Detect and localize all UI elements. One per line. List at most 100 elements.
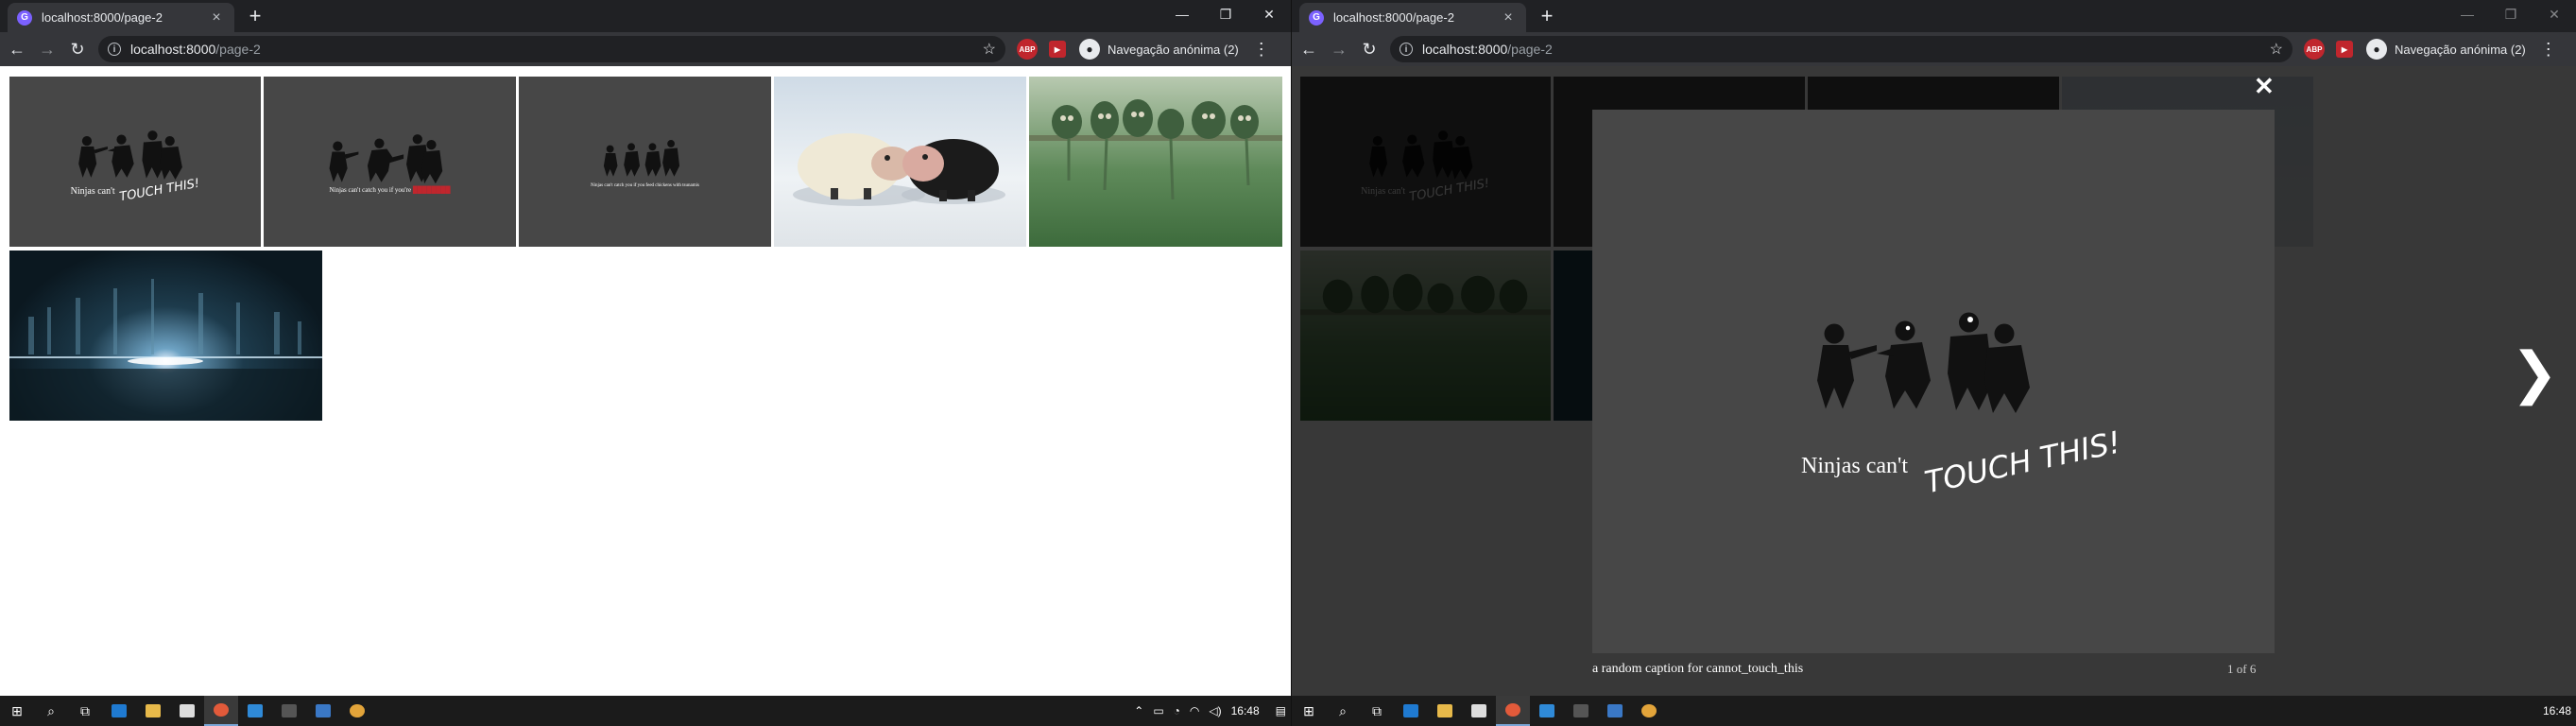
search-icon[interactable]: ⌕ xyxy=(1326,696,1360,726)
menu-icon[interactable]: ⋮ xyxy=(1252,40,1271,60)
browser-tab[interactable]: G localhost:8000/page-2 × xyxy=(1299,3,1526,32)
window-controls: — ❐ ✕ xyxy=(1160,0,1291,28)
browser-toolbar: ← → ↻ i localhost:8000/page-2 ☆ ABP ▶ ● … xyxy=(1292,32,2576,66)
task-view-icon[interactable]: ⧉ xyxy=(68,696,102,726)
tab-strip: G localhost:8000/page-2 × + — ❐ ✕ xyxy=(0,0,1291,32)
left-screen: G localhost:8000/page-2 × + — ❐ ✕ ← → ↻ … xyxy=(0,0,1291,726)
task-view-icon[interactable]: ⧉ xyxy=(1360,696,1394,726)
forward-button[interactable]: → xyxy=(34,36,60,62)
address-bar[interactable]: i localhost:8000/page-2 ☆ xyxy=(1390,36,2293,62)
search-icon[interactable]: ⌕ xyxy=(34,696,68,726)
mail-icon[interactable] xyxy=(1462,696,1496,726)
gallery-thumbnail[interactable] xyxy=(1029,77,1282,247)
back-button[interactable]: ← xyxy=(1296,36,1322,62)
chrome-taskbar-icon[interactable] xyxy=(1496,696,1530,726)
lightbox-image: Ninjas can't TOUCH THIS! xyxy=(1592,110,2275,653)
url-path: /page-2 xyxy=(1507,42,1553,57)
ninjas-silhouette-image xyxy=(329,133,443,183)
edge-browser-icon[interactable] xyxy=(1394,696,1428,726)
menu-icon[interactable]: ⋮ xyxy=(2539,40,2558,60)
file-explorer-icon[interactable] xyxy=(136,696,170,726)
battery-icon[interactable]: ▭ xyxy=(1153,704,1163,717)
wifi-icon[interactable]: ◠ xyxy=(1190,704,1199,717)
chrome-alt-taskbar-icon[interactable] xyxy=(340,696,374,726)
creatures-on-branch-image xyxy=(1029,99,1282,200)
gallery-thumbnail[interactable] xyxy=(9,251,322,421)
chrome-taskbar-icon[interactable] xyxy=(204,696,238,726)
gallery-thumbnail[interactable]: Ninjas can't catch you if you feed chick… xyxy=(519,77,771,247)
tray-chevron-icon[interactable]: ⌃ xyxy=(1134,704,1143,717)
notification-icon[interactable]: ▤ xyxy=(1276,704,1286,717)
start-button-icon[interactable]: ⊞ xyxy=(1292,696,1326,726)
notepad-icon[interactable] xyxy=(306,696,340,726)
reload-button[interactable]: ↻ xyxy=(1356,36,1382,62)
tab-title: localhost:8000/page-2 xyxy=(42,10,163,25)
ninjas-silhouette-image xyxy=(1817,312,2030,413)
bookmark-star-icon[interactable]: ☆ xyxy=(983,40,996,59)
tab-close-icon[interactable]: × xyxy=(1500,9,1517,26)
address-bar[interactable]: i localhost:8000/page-2 ☆ xyxy=(98,36,1005,62)
page-content: Ninjas can'tTOUCH THIS! ✕ ❯ xyxy=(1292,66,2576,696)
url-host: localhost:8000 xyxy=(130,42,216,57)
incognito-profile-button[interactable]: ● Navegação anónima (2) xyxy=(2366,39,2526,60)
gallery-thumbnail[interactable]: Ninjas can't catch you if you're ███████… xyxy=(264,77,516,247)
windows-taskbar: ⊞ ⌕ ⧉ ⌃ ▭ ◔ ◠ ◁) 16:48 ▤ xyxy=(0,696,1291,726)
sheep-image xyxy=(793,133,1005,206)
media-extension-icon[interactable]: ▶ xyxy=(2336,41,2353,58)
incognito-profile-button[interactable]: ● Navegação anónima (2) xyxy=(1079,39,1239,60)
tab-strip: G localhost:8000/page-2 × + — ❐ ✕ xyxy=(1292,0,2576,32)
media-extension-icon[interactable]: ▶ xyxy=(1049,41,1066,58)
windows-taskbar: ⊞ ⌕ ⧉ 16:48 xyxy=(1292,696,2576,726)
site-info-icon[interactable]: i xyxy=(1400,43,1413,56)
restore-button[interactable]: ❐ xyxy=(2489,0,2533,28)
back-button[interactable]: ← xyxy=(4,36,30,62)
tab-close-icon[interactable]: × xyxy=(208,9,225,26)
network-icon[interactable]: ◔ xyxy=(1174,704,1180,717)
thumbnail-caption: Ninjas can'tTOUCH THIS! xyxy=(70,176,201,205)
digital-city-image xyxy=(9,279,322,421)
minimize-button[interactable]: — xyxy=(2446,0,2489,28)
chrome-alt-taskbar-icon[interactable] xyxy=(1632,696,1666,726)
volume-icon[interactable]: ◁) xyxy=(1209,704,1221,717)
browser-tab[interactable]: G localhost:8000/page-2 × xyxy=(8,3,234,32)
site-info-icon[interactable]: i xyxy=(108,43,121,56)
reload-button[interactable]: ↻ xyxy=(64,36,91,62)
terminal-icon[interactable] xyxy=(1564,696,1598,726)
favicon-icon: G xyxy=(17,9,32,26)
thumbnail-caption: Ninjas can't catch you if you feed chick… xyxy=(591,182,699,188)
clock[interactable]: 16:48 xyxy=(1231,704,1260,717)
lightbox-counter: 1 of 6 xyxy=(2227,662,2257,676)
vscode-icon[interactable] xyxy=(238,696,272,726)
incognito-icon: ● xyxy=(1079,39,1100,60)
adblock-extension-icon[interactable]: ABP xyxy=(1017,39,1038,60)
new-tab-button[interactable]: + xyxy=(244,6,266,28)
lightbox-caption: a random caption for cannot_touch_this xyxy=(1592,662,1804,676)
adblock-extension-icon[interactable]: ABP xyxy=(2304,39,2325,60)
new-tab-button[interactable]: + xyxy=(1536,6,1558,28)
clock[interactable]: 16:48 xyxy=(2543,704,2571,717)
edge-browser-icon[interactable] xyxy=(102,696,136,726)
lightbox-next-button[interactable]: ❯ xyxy=(2511,340,2558,406)
start-button-icon[interactable]: ⊞ xyxy=(0,696,34,726)
tab-title: localhost:8000/page-2 xyxy=(1333,10,1454,25)
gallery-thumbnail[interactable] xyxy=(774,77,1026,247)
minimize-button[interactable]: — xyxy=(1160,0,1204,28)
ninjas-silhouette-image xyxy=(78,130,182,181)
system-tray: ⌃ ▭ ◔ ◠ ◁) 16:48 ▤ xyxy=(1129,704,1291,717)
forward-button[interactable]: → xyxy=(1326,36,1352,62)
vscode-icon[interactable] xyxy=(1530,696,1564,726)
profile-label: Navegação anónima (2) xyxy=(2395,42,2526,57)
notepad-icon[interactable] xyxy=(1598,696,1632,726)
bookmark-star-icon[interactable]: ☆ xyxy=(2270,40,2283,59)
close-window-button[interactable]: ✕ xyxy=(1247,0,1291,28)
lightbox-image-text: Ninjas can't TOUCH THIS! xyxy=(1801,423,2124,501)
mail-icon[interactable] xyxy=(170,696,204,726)
gallery-thumbnail[interactable]: Ninjas can't TOUCH THIS! xyxy=(9,77,261,247)
restore-button[interactable]: ❐ xyxy=(1204,0,1247,28)
close-window-button[interactable]: ✕ xyxy=(2533,0,2576,28)
lightbox-close-button[interactable]: ✕ xyxy=(2254,72,2275,101)
profile-label: Navegação anónima (2) xyxy=(1108,42,1239,57)
terminal-icon[interactable] xyxy=(272,696,306,726)
url-path: /page-2 xyxy=(215,42,261,57)
file-explorer-icon[interactable] xyxy=(1428,696,1462,726)
